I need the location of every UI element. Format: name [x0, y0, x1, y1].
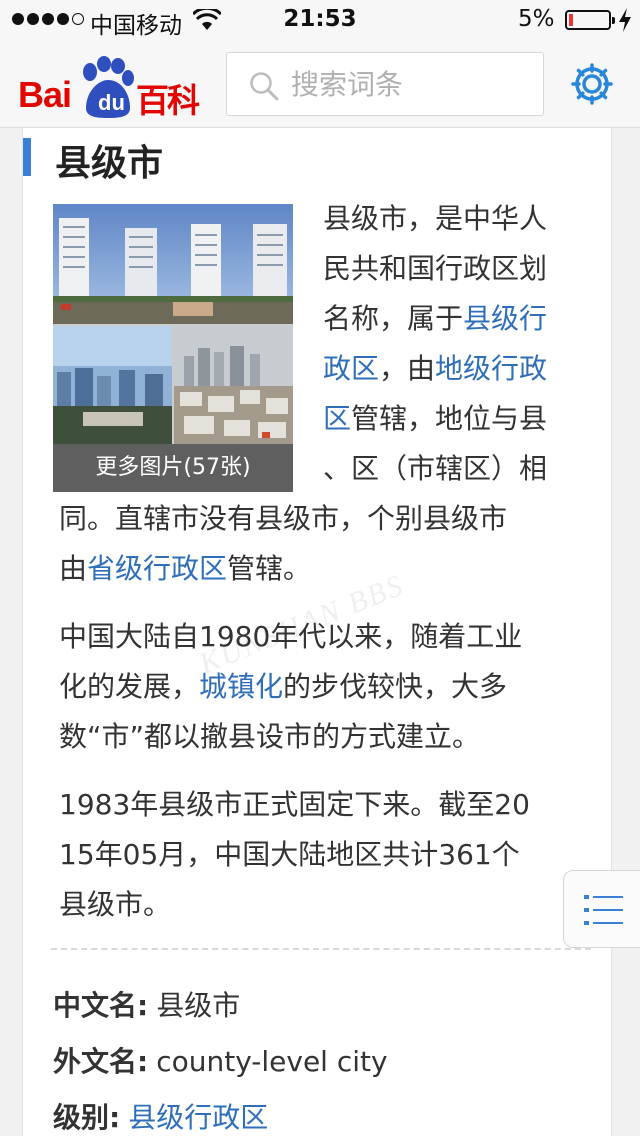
text-segment: 由 — [59, 552, 88, 585]
logo-text-baike: 百科 — [136, 81, 200, 120]
charging-icon — [619, 8, 631, 32]
text-line: 、区（市辖区）相 — [323, 452, 548, 485]
info-value: 县级市 — [156, 989, 241, 1022]
article-card: 县级市 更多图片(57张) 县级市，是中华人 民共和国行政区划 名称，属于县级行… — [22, 128, 612, 1136]
link-county-level-division[interactable]: 县级行 — [463, 302, 547, 335]
logo-text-du: du — [98, 90, 125, 115]
more-images-button[interactable]: 更多图片(57张) — [53, 444, 293, 492]
title-accent-bar — [23, 138, 31, 176]
text-line: 15年05月，中国大陆地区共计361个 — [59, 838, 520, 871]
text-line: 中国大陆自1980年代以来，随着工业 — [59, 620, 523, 653]
text-segment: ，由 — [379, 352, 436, 385]
info-row-foreign-name: 外文名: county-level city — [53, 1040, 388, 1080]
logo-text-bai: Bai — [18, 74, 72, 115]
text-line: 区管辖，地位与县 — [323, 394, 547, 444]
gallery-image-2[interactable] — [53, 326, 172, 444]
info-value: county-level city — [156, 1045, 388, 1078]
battery-icon — [565, 10, 615, 30]
text-line: 数“市”都以撤县设市的方式建立。 — [59, 720, 481, 753]
image-gallery[interactable]: 更多图片(57张) — [53, 204, 293, 492]
search-icon — [250, 72, 279, 101]
text-line: 名称，属于县级行 — [323, 294, 547, 344]
info-key: 中文名: — [53, 989, 149, 1022]
info-key: 级别: — [53, 1101, 121, 1134]
text-segment: 的步伐较快，大多 — [283, 670, 508, 703]
link-urbanization[interactable]: 城镇化 — [199, 670, 283, 703]
text-line: 由省级行政区管辖。 — [59, 544, 311, 594]
text-line: 民共和国行政区划 — [323, 252, 548, 285]
section-divider — [51, 948, 591, 950]
link-county-level-division-cont[interactable]: 政区 — [323, 352, 379, 385]
text-line: 同。直辖市没有县级市，个别县级市 — [59, 502, 508, 535]
header: Bai du 百科 — [0, 40, 640, 128]
status-bar: 中国移动 21:53 5% — [0, 0, 640, 40]
text-line: 政区，由地级行政 — [323, 344, 547, 394]
text-segment: 名称，属于 — [323, 302, 464, 335]
text-line: 1983年县级市正式固定下来。截至20 — [59, 788, 530, 821]
gallery-image-1[interactable] — [53, 204, 293, 324]
table-of-contents-button[interactable] — [563, 870, 640, 948]
baidu-baike-logo[interactable]: Bai du 百科 — [18, 48, 208, 120]
gear-icon[interactable] — [570, 62, 614, 106]
search-box[interactable] — [226, 52, 544, 116]
list-icon — [584, 895, 623, 925]
text-segment: 管辖，地位与县 — [351, 402, 548, 435]
text-line: 化的发展，城镇化的步伐较快，大多 — [59, 662, 507, 712]
link-level-value[interactable]: 县级行政区 — [128, 1101, 268, 1134]
text-line: 县级市，是中华人 — [323, 202, 548, 235]
link-prefecture-level-division-cont[interactable]: 区 — [323, 402, 351, 435]
text-line: 县级市。 — [59, 888, 172, 921]
info-key: 外文名: — [53, 1045, 149, 1078]
text-segment: 化的发展， — [59, 670, 200, 703]
link-provincial-division[interactable]: 省级行政区 — [87, 552, 227, 585]
page-title: 县级市 — [55, 143, 164, 184]
text-segment: 管辖。 — [227, 552, 312, 585]
info-row-level: 级别: 县级行政区 — [53, 1096, 268, 1136]
search-input[interactable] — [291, 53, 531, 115]
info-row-chinese-name: 中文名: 县级市 — [53, 984, 240, 1024]
battery-percentage: 5% — [518, 6, 555, 32]
link-prefecture-level-division[interactable]: 地级行政 — [435, 352, 547, 385]
gallery-image-3[interactable] — [174, 326, 293, 444]
